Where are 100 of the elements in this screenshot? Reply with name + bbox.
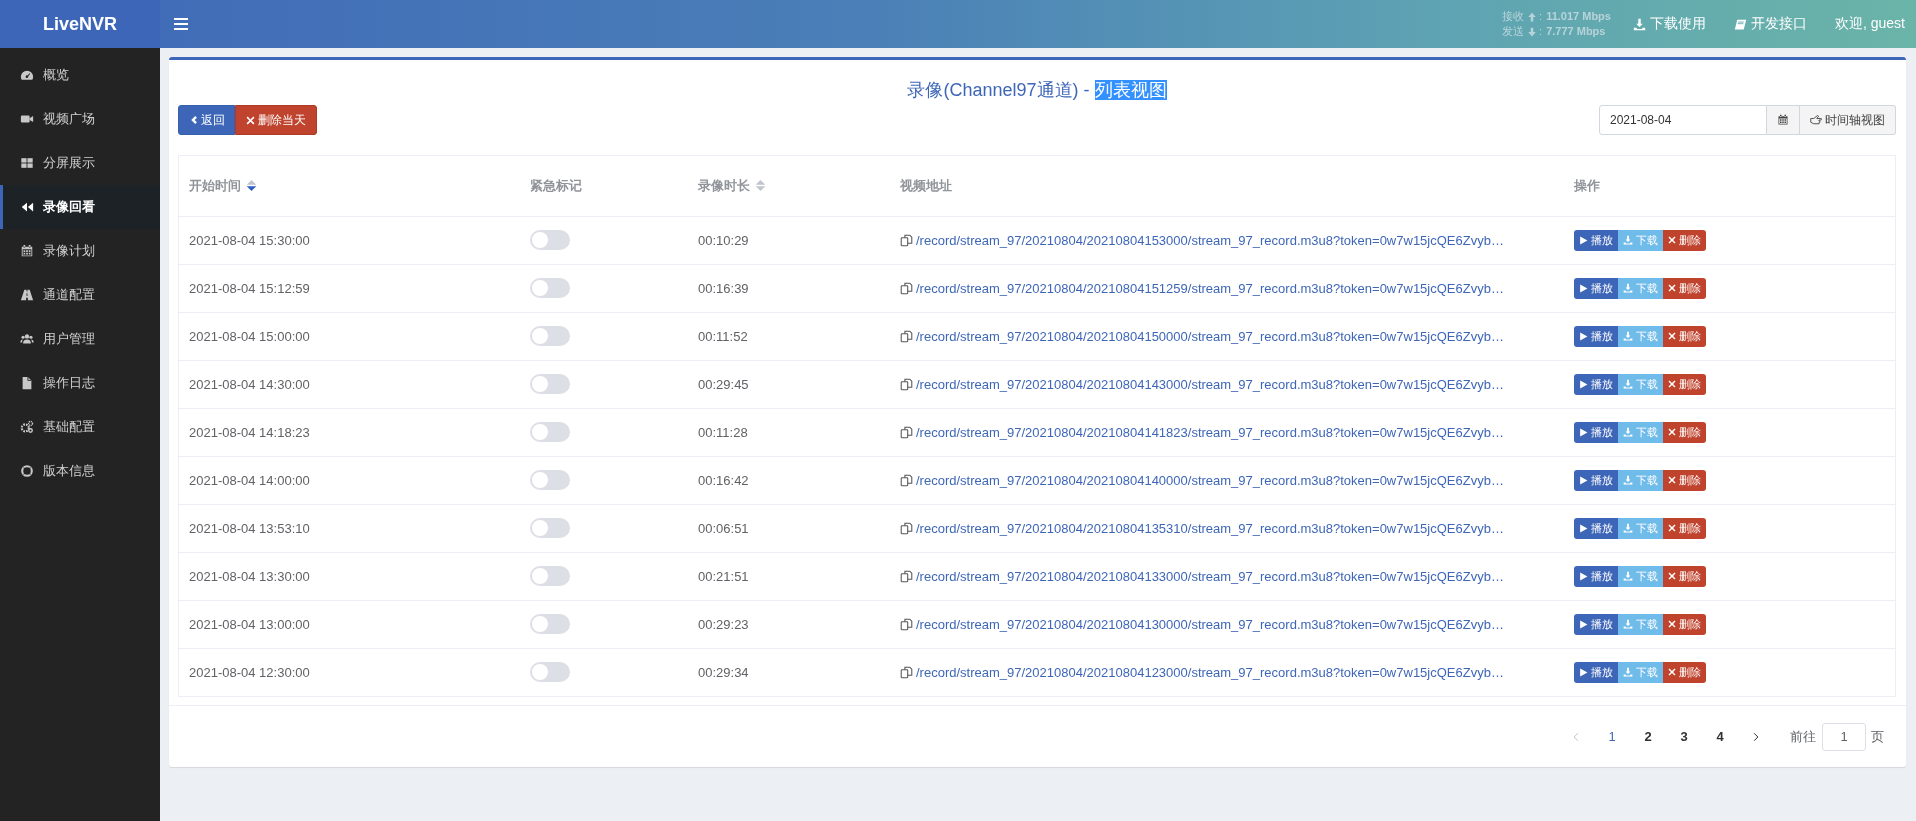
- sidebar-item[interactable]: 操作日志: [0, 361, 160, 405]
- table-cell: 2021-08-04 15:30:00: [179, 216, 520, 264]
- table-cell: 2021-08-04 14:30:00: [179, 360, 520, 408]
- table-cell: 2021-08-04 15:12:59: [179, 264, 520, 312]
- grid-icon: [20, 156, 34, 170]
- delete-button[interactable]: 删除: [1663, 229, 1706, 251]
- table-cell: 00:06:51: [688, 504, 890, 552]
- close-icon: [1668, 332, 1676, 340]
- play-button[interactable]: 播放: [1574, 517, 1618, 539]
- page-input[interactable]: 1: [1822, 722, 1866, 751]
- delete-button[interactable]: 删除: [1663, 565, 1706, 587]
- road-icon: [20, 288, 34, 302]
- urgent-toggle[interactable]: [530, 422, 570, 442]
- download-icon: [1623, 667, 1633, 678]
- video-url-link[interactable]: /record/stream_97/20210804/20210804123000/stream_97_record.m3u8?token=0w7w15jcQE6Zvyb…: [916, 664, 1504, 680]
- column-header[interactable]: 视频地址: [900, 176, 952, 195]
- video-url-link[interactable]: /record/stream_97/20210804/20210804130000/stream_97_record.m3u8?token=0w7w15jcQE6Zvyb…: [916, 616, 1504, 632]
- video-url-link[interactable]: /record/stream_97/20210804/20210804140000/stream_97_record.m3u8?token=0w7w15jcQE6Zvyb…: [916, 472, 1504, 488]
- delete-button[interactable]: 删除: [1663, 373, 1706, 395]
- urgent-toggle[interactable]: [530, 662, 570, 683]
- table-cell: 00:10:29: [688, 216, 890, 264]
- delete-button[interactable]: 删除: [1663, 613, 1706, 635]
- sidebar-item[interactable]: 分屏展示: [0, 141, 160, 185]
- download-icon: [1623, 619, 1633, 629]
- arrow-up-icon: [1527, 11, 1538, 22]
- column-header[interactable]: 录像时长: [698, 176, 750, 195]
- close-icon: [246, 115, 255, 125]
- urgent-toggle[interactable]: [530, 614, 570, 634]
- column-header[interactable]: 紧急标记: [530, 176, 582, 195]
- urgent-toggle[interactable]: [530, 566, 570, 586]
- page-number[interactable]: 1: [1594, 722, 1630, 751]
- table-cell: 00:21:51: [688, 552, 890, 600]
- delete-button[interactable]: 删除: [1663, 421, 1706, 443]
- back-button[interactable]: 返回: [178, 105, 235, 135]
- sidebar-item[interactable]: 录像计划: [0, 229, 160, 273]
- play-button[interactable]: 播放: [1574, 469, 1618, 491]
- table-cell: 00:29:34: [688, 648, 890, 696]
- play-button[interactable]: 播放: [1574, 565, 1618, 587]
- play-button[interactable]: 播放: [1574, 325, 1618, 347]
- urgent-toggle[interactable]: [530, 230, 570, 250]
- table-cell: 00:29:45: [688, 360, 890, 408]
- delete-button[interactable]: 删除: [1663, 469, 1706, 491]
- play-button[interactable]: 播放: [1574, 661, 1618, 683]
- video-url-link[interactable]: /record/stream_97/20210804/20210804141823/stream_97_record.m3u8?token=0w7w15jcQE6Zvyb…: [916, 424, 1504, 440]
- video-url-link[interactable]: /record/stream_97/20210804/20210804151259/stream_97_record.m3u8?token=0w7w15jcQE6Zvyb…: [916, 280, 1504, 296]
- date-field[interactable]: 2021-08-04: [1599, 105, 1767, 135]
- table-cell: 2021-08-04 13:53:10: [179, 504, 520, 552]
- close-icon: [1668, 284, 1676, 292]
- download-icon: [1623, 379, 1633, 389]
- urgent-toggle[interactable]: [530, 326, 570, 346]
- timeline-view-button[interactable]: 时间轴视图: [1800, 105, 1896, 135]
- sidebar-item[interactable]: 录像回看: [0, 185, 160, 229]
- play-button[interactable]: 播放: [1574, 421, 1618, 443]
- play-button[interactable]: 播放: [1574, 277, 1618, 299]
- sidebar-item[interactable]: 基础配置: [0, 405, 160, 449]
- video-url-link[interactable]: /record/stream_97/20210804/20210804143000/stream_97_record.m3u8?token=0w7w15jcQE6Zvyb…: [916, 376, 1504, 392]
- column-header[interactable]: 开始时间: [189, 176, 241, 195]
- urgent-toggle[interactable]: [530, 470, 570, 490]
- play-button[interactable]: 播放: [1574, 373, 1618, 395]
- page-number[interactable]: 3: [1666, 722, 1702, 751]
- delete-button[interactable]: 删除: [1663, 325, 1706, 347]
- urgent-toggle[interactable]: [530, 374, 570, 394]
- table-cell: 2021-08-04 15:00:00: [179, 312, 520, 360]
- video-url-link[interactable]: /record/stream_97/20210804/20210804133000/stream_97_record.m3u8?token=0w7w15jcQE6Zvyb…: [916, 568, 1504, 584]
- gauge-icon: [20, 68, 34, 82]
- sidebar-item[interactable]: 视频广场: [0, 97, 160, 141]
- delete-button[interactable]: 删除: [1663, 517, 1706, 539]
- play-button[interactable]: 播放: [1574, 613, 1618, 635]
- video-url-link[interactable]: /record/stream_97/20210804/20210804153000/stream_97_record.m3u8?token=0w7w15jcQE6Zvyb…: [916, 232, 1504, 248]
- urgent-toggle[interactable]: [530, 278, 570, 298]
- close-icon: [1668, 476, 1676, 484]
- copy-icon: [900, 281, 913, 295]
- close-icon: [1668, 524, 1676, 532]
- page-number[interactable]: 4: [1702, 722, 1738, 751]
- file-icon: [20, 376, 34, 390]
- play-icon: [1579, 235, 1588, 245]
- urgent-toggle[interactable]: [530, 518, 570, 538]
- sidebar-item[interactable]: 通道配置: [0, 273, 160, 317]
- calendar-button[interactable]: [1767, 105, 1800, 135]
- delete-button[interactable]: 删除: [1663, 661, 1706, 683]
- table-cell: 2021-08-04 13:00:00: [179, 600, 520, 648]
- menu-icon[interactable]: [174, 18, 188, 30]
- sidebar-item[interactable]: 概览: [0, 53, 160, 97]
- rate-value: 11.017 Mbps: [1546, 9, 1611, 24]
- page-number[interactable]: 2: [1630, 722, 1666, 751]
- delete-button[interactable]: 删除: [1663, 277, 1706, 299]
- close-icon: [1668, 620, 1676, 628]
- video-url-link[interactable]: /record/stream_97/20210804/20210804135310/stream_97_record.m3u8?token=0w7w15jcQE6Zvyb…: [916, 520, 1504, 536]
- copy-icon: [900, 473, 913, 487]
- play-icon: [1579, 475, 1588, 485]
- column-header[interactable]: 操作: [1574, 176, 1600, 195]
- copy-icon: [900, 377, 913, 391]
- video-url-link[interactable]: /record/stream_97/20210804/20210804150000/stream_97_record.m3u8?token=0w7w15jcQE6Zvyb…: [916, 328, 1504, 344]
- sidebar-item[interactable]: 用户管理: [0, 317, 160, 361]
- colon-text: :: [1539, 24, 1543, 39]
- sidebar-item[interactable]: 版本信息: [0, 449, 160, 493]
- table-cell: 00:16:42: [688, 456, 890, 504]
- play-icon: [1579, 523, 1588, 533]
- play-button[interactable]: 播放: [1574, 229, 1618, 251]
- delete-day-button[interactable]: 删除当天: [235, 105, 317, 135]
